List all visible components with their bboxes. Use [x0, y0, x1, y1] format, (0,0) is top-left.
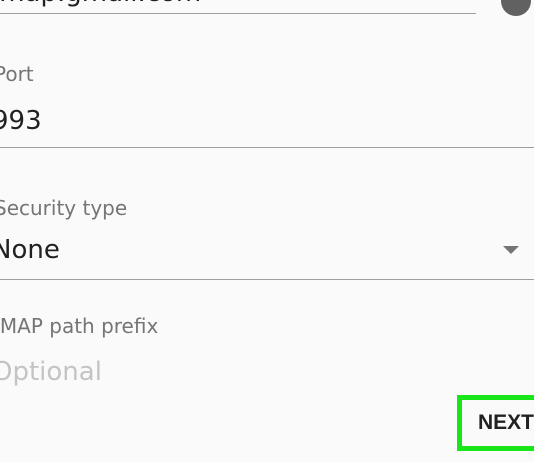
imap-path-prefix-label: IMAP path prefix — [0, 314, 159, 338]
info-icon[interactable] — [501, 0, 531, 16]
security-type-label: Security type — [0, 196, 128, 220]
port-underline — [0, 147, 534, 148]
server-underline — [0, 13, 476, 14]
security-type-select[interactable]: None — [0, 235, 60, 265]
server-input[interactable]: imap.gmail.com — [0, 0, 201, 8]
port-input[interactable]: 993 — [0, 106, 42, 136]
dropdown-arrow-icon[interactable] — [503, 246, 519, 254]
security-type-underline — [0, 279, 534, 280]
imap-path-prefix-input[interactable]: Optional — [0, 357, 102, 387]
port-label: Port — [0, 62, 34, 86]
next-button[interactable]: NEXT — [457, 395, 534, 451]
